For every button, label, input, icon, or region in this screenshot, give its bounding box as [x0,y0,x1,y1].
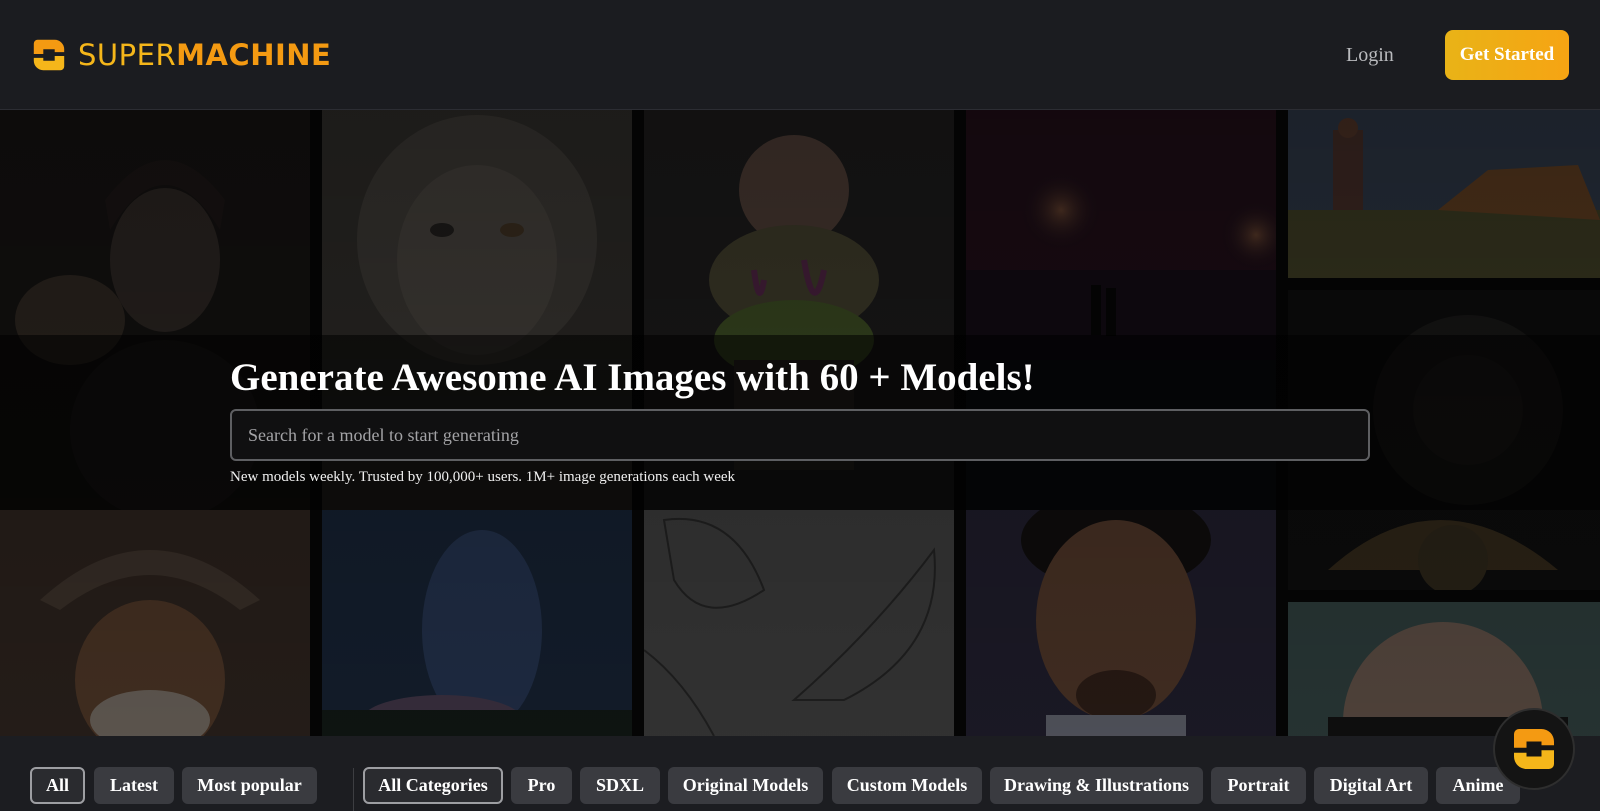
category-chip-pro[interactable]: Pro [511,767,572,804]
category-chip-sdxl[interactable]: SDXL [580,767,660,804]
supermachine-logo-icon [33,39,65,71]
category-chip-custom-models[interactable]: Custom Models [832,767,982,804]
sort-chip-latest[interactable]: Latest [94,767,174,804]
brand-logo[interactable]: SUPERMACHINE [30,36,331,74]
filter-bar: All Latest Most popular All Categories P… [0,736,1600,811]
brand-name-part1: SUPER [78,38,177,72]
get-started-button[interactable]: Get Started [1445,30,1569,80]
brand-name-part2: MACHINE [176,38,332,72]
chat-widget-button[interactable] [1493,708,1575,790]
chat-widget-icon [1514,729,1554,769]
category-chip-all-categories[interactable]: All Categories [363,767,503,804]
login-link[interactable]: Login [1346,44,1394,67]
category-chip-drawing-illustrations[interactable]: Drawing & Illustrations [990,767,1203,804]
category-chip-digital-art[interactable]: Digital Art [1314,767,1428,804]
brand-name: SUPERMACHINE [78,38,331,72]
model-search-input[interactable] [230,409,1370,461]
top-navbar: SUPERMACHINE Login Get Started [0,0,1600,110]
hero-section: Generate Awesome AI Images with 60 + Mod… [0,110,1600,736]
hero-title: Generate Awesome AI Images with 60 + Mod… [230,356,1035,399]
hero-subtitle: New models weekly. Trusted by 100,000+ u… [230,469,736,485]
category-chip-original-models[interactable]: Original Models [668,767,823,804]
filter-divider [353,768,354,811]
sort-chip-most-popular[interactable]: Most popular [182,767,317,804]
category-chip-portrait[interactable]: Portrait [1211,767,1306,804]
sort-chip-all[interactable]: All [30,767,85,804]
